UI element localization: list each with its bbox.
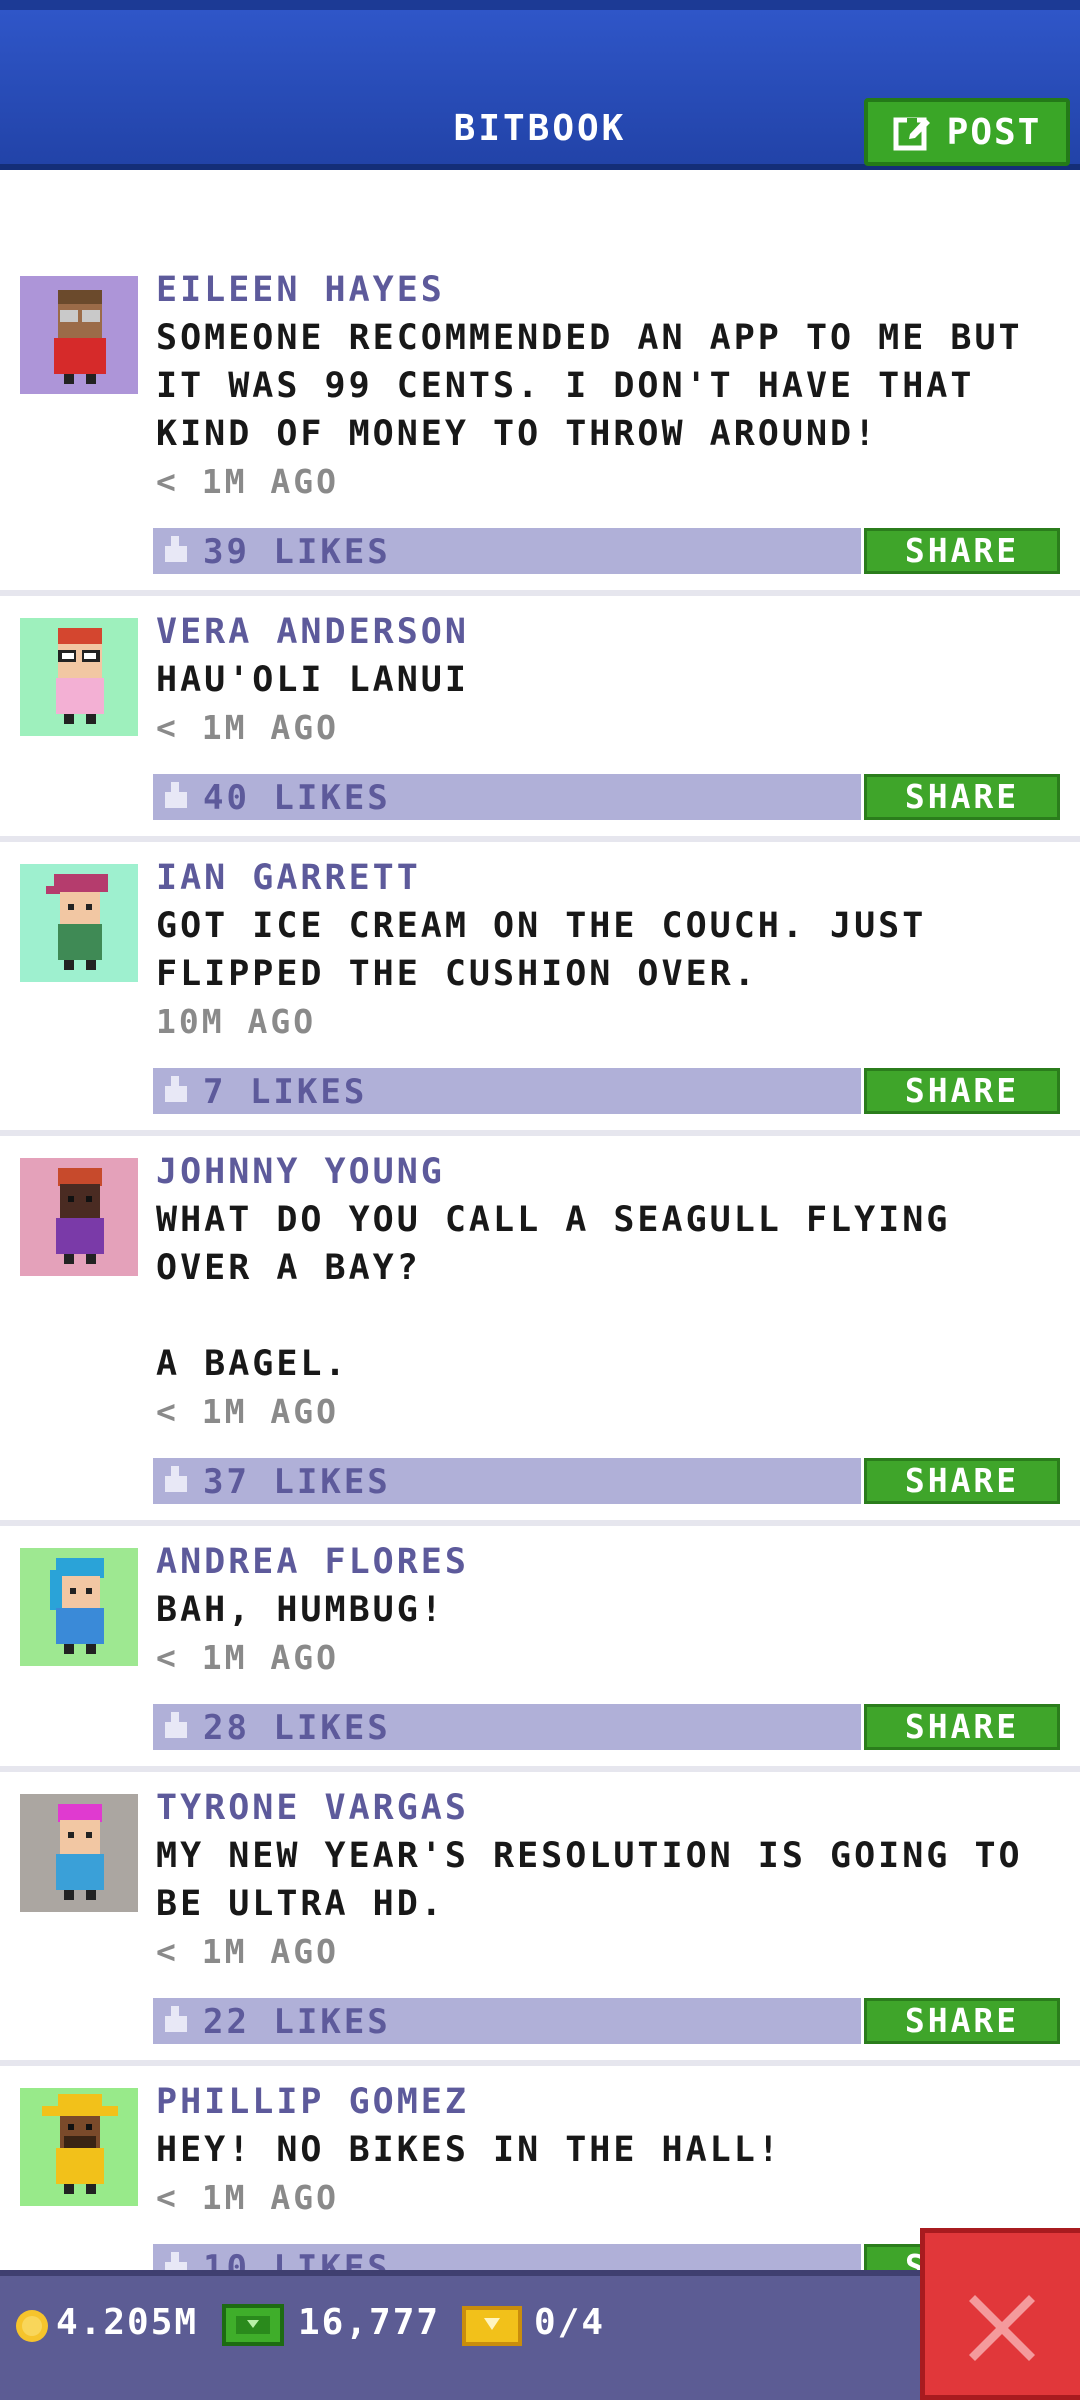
share-button[interactable]: SHARE [864,1998,1060,2044]
currency-bar: 4.205M 16,777 0/4 [0,2270,1080,2400]
feed-post: ANDREA FLORES BAH, HUMBUG! < 1M AGO 28 L… [0,1526,1080,1772]
like-bar[interactable]: 40 LIKES [153,774,861,820]
bux-icon [222,2304,284,2346]
post-text: WHAT DO YOU CALL A SEAGULL FLYING OVER A… [156,1200,951,1384]
avatar[interactable] [20,618,138,736]
avatar[interactable] [20,1158,138,1276]
post-time: < 1M AGO [156,1932,339,1971]
post-time: < 1M AGO [156,1392,339,1431]
avatar[interactable] [20,1548,138,1666]
coins-amount: 4.205M [56,2302,199,2343]
share-button[interactable]: SHARE [864,528,1060,574]
post-author[interactable]: IAN GARRETT [156,858,421,898]
post-time: < 1M AGO [156,708,339,747]
avatar[interactable] [20,2088,138,2206]
post-author[interactable]: TYRONE VARGAS [156,1788,469,1828]
bux-amount: 16,777 [298,2302,441,2343]
feed-post: VERA ANDERSON HAU'OLI LANUI < 1M AGO 40 … [0,596,1080,842]
like-bar[interactable]: 10 LIKES [153,2244,861,2270]
share-button[interactable]: SHARE [864,1068,1060,1114]
post-author[interactable]: PHILLIP GOMEZ [156,2082,469,2122]
post-button-label: POST [946,111,1042,153]
avatar[interactable] [20,1794,138,1912]
likes-count: 39 LIKES [203,532,391,572]
likes-count: 7 LIKES [203,1072,368,1112]
feed-post: EILEEN HAYES SOMEONE RECOMMENDED AN APP … [0,170,1080,596]
post-author[interactable]: EILEEN HAYES [156,270,445,310]
feed-post: PHILLIP GOMEZ HEY! NO BIKES IN THE HALL!… [0,2066,1080,2270]
likes-count: 37 LIKES [203,1462,391,1502]
like-bar[interactable]: 37 LIKES [153,1458,861,1504]
share-button[interactable]: SHARE [864,1458,1060,1504]
tickets-count: 0/4 [534,2302,606,2343]
thumbs-up-icon [165,1076,187,1102]
post-time: < 1M AGO [156,1638,339,1677]
likes-count: 40 LIKES [203,778,391,818]
likes-count: 28 LIKES [203,1708,391,1748]
post-author[interactable]: VERA ANDERSON [156,612,469,652]
thumbs-up-icon [165,782,187,808]
thumbs-up-icon [165,536,187,562]
app-header: BITBOOK POST [0,0,1080,170]
likes-count: 10 LIKES [203,2248,391,2270]
post-author[interactable]: JOHNNY YOUNG [156,1152,445,1192]
share-button[interactable]: SHARE [864,1704,1060,1750]
thumbs-up-icon [165,1712,187,1738]
like-bar[interactable]: 39 LIKES [153,528,861,574]
like-bar[interactable]: 22 LIKES [153,1998,861,2044]
feed-list[interactable]: EILEEN HAYES SOMEONE RECOMMENDED AN APP … [0,170,1080,2270]
share-button[interactable]: SHARE [864,774,1060,820]
thumbs-up-icon [165,1466,187,1492]
likes-count: 22 LIKES [203,2002,391,2042]
post-text: HAU'OLI LANUI [156,660,469,700]
feed-post: JOHNNY YOUNG WHAT DO YOU CALL A SEAGULL … [0,1136,1080,1526]
compose-icon [893,117,930,151]
thumbs-up-icon [165,2252,187,2270]
post-author[interactable]: ANDREA FLORES [156,1542,469,1582]
like-bar[interactable]: 7 LIKES [153,1068,861,1114]
close-button[interactable] [920,2228,1080,2400]
ticket-icon [462,2306,522,2346]
post-text: BAH, HUMBUG! [156,1590,445,1630]
post-text: SOMEONE RECOMMENDED AN APP TO ME BUT IT … [156,318,1047,454]
avatar[interactable] [20,864,138,982]
like-bar[interactable]: 28 LIKES [153,1704,861,1750]
feed-post: IAN GARRETT GOT ICE CREAM ON THE COUCH. … [0,842,1080,1136]
post-time: < 1M AGO [156,462,339,501]
thumbs-up-icon [165,2006,187,2032]
coin-icon [16,2310,48,2342]
post-time: 10M AGO [156,1002,317,1041]
post-button[interactable]: POST [864,98,1070,166]
post-text: MY NEW YEAR'S RESOLUTION IS GOING TO BE … [156,1836,1047,1924]
post-text: GOT ICE CREAM ON THE COUCH. JUST FLIPPED… [156,906,951,994]
avatar[interactable] [20,276,138,394]
post-time: < 1M AGO [156,2178,339,2217]
feed-post: TYRONE VARGAS MY NEW YEAR'S RESOLUTION I… [0,1772,1080,2066]
post-text: HEY! NO BIKES IN THE HALL! [156,2130,782,2170]
close-icon [969,2295,1035,2361]
